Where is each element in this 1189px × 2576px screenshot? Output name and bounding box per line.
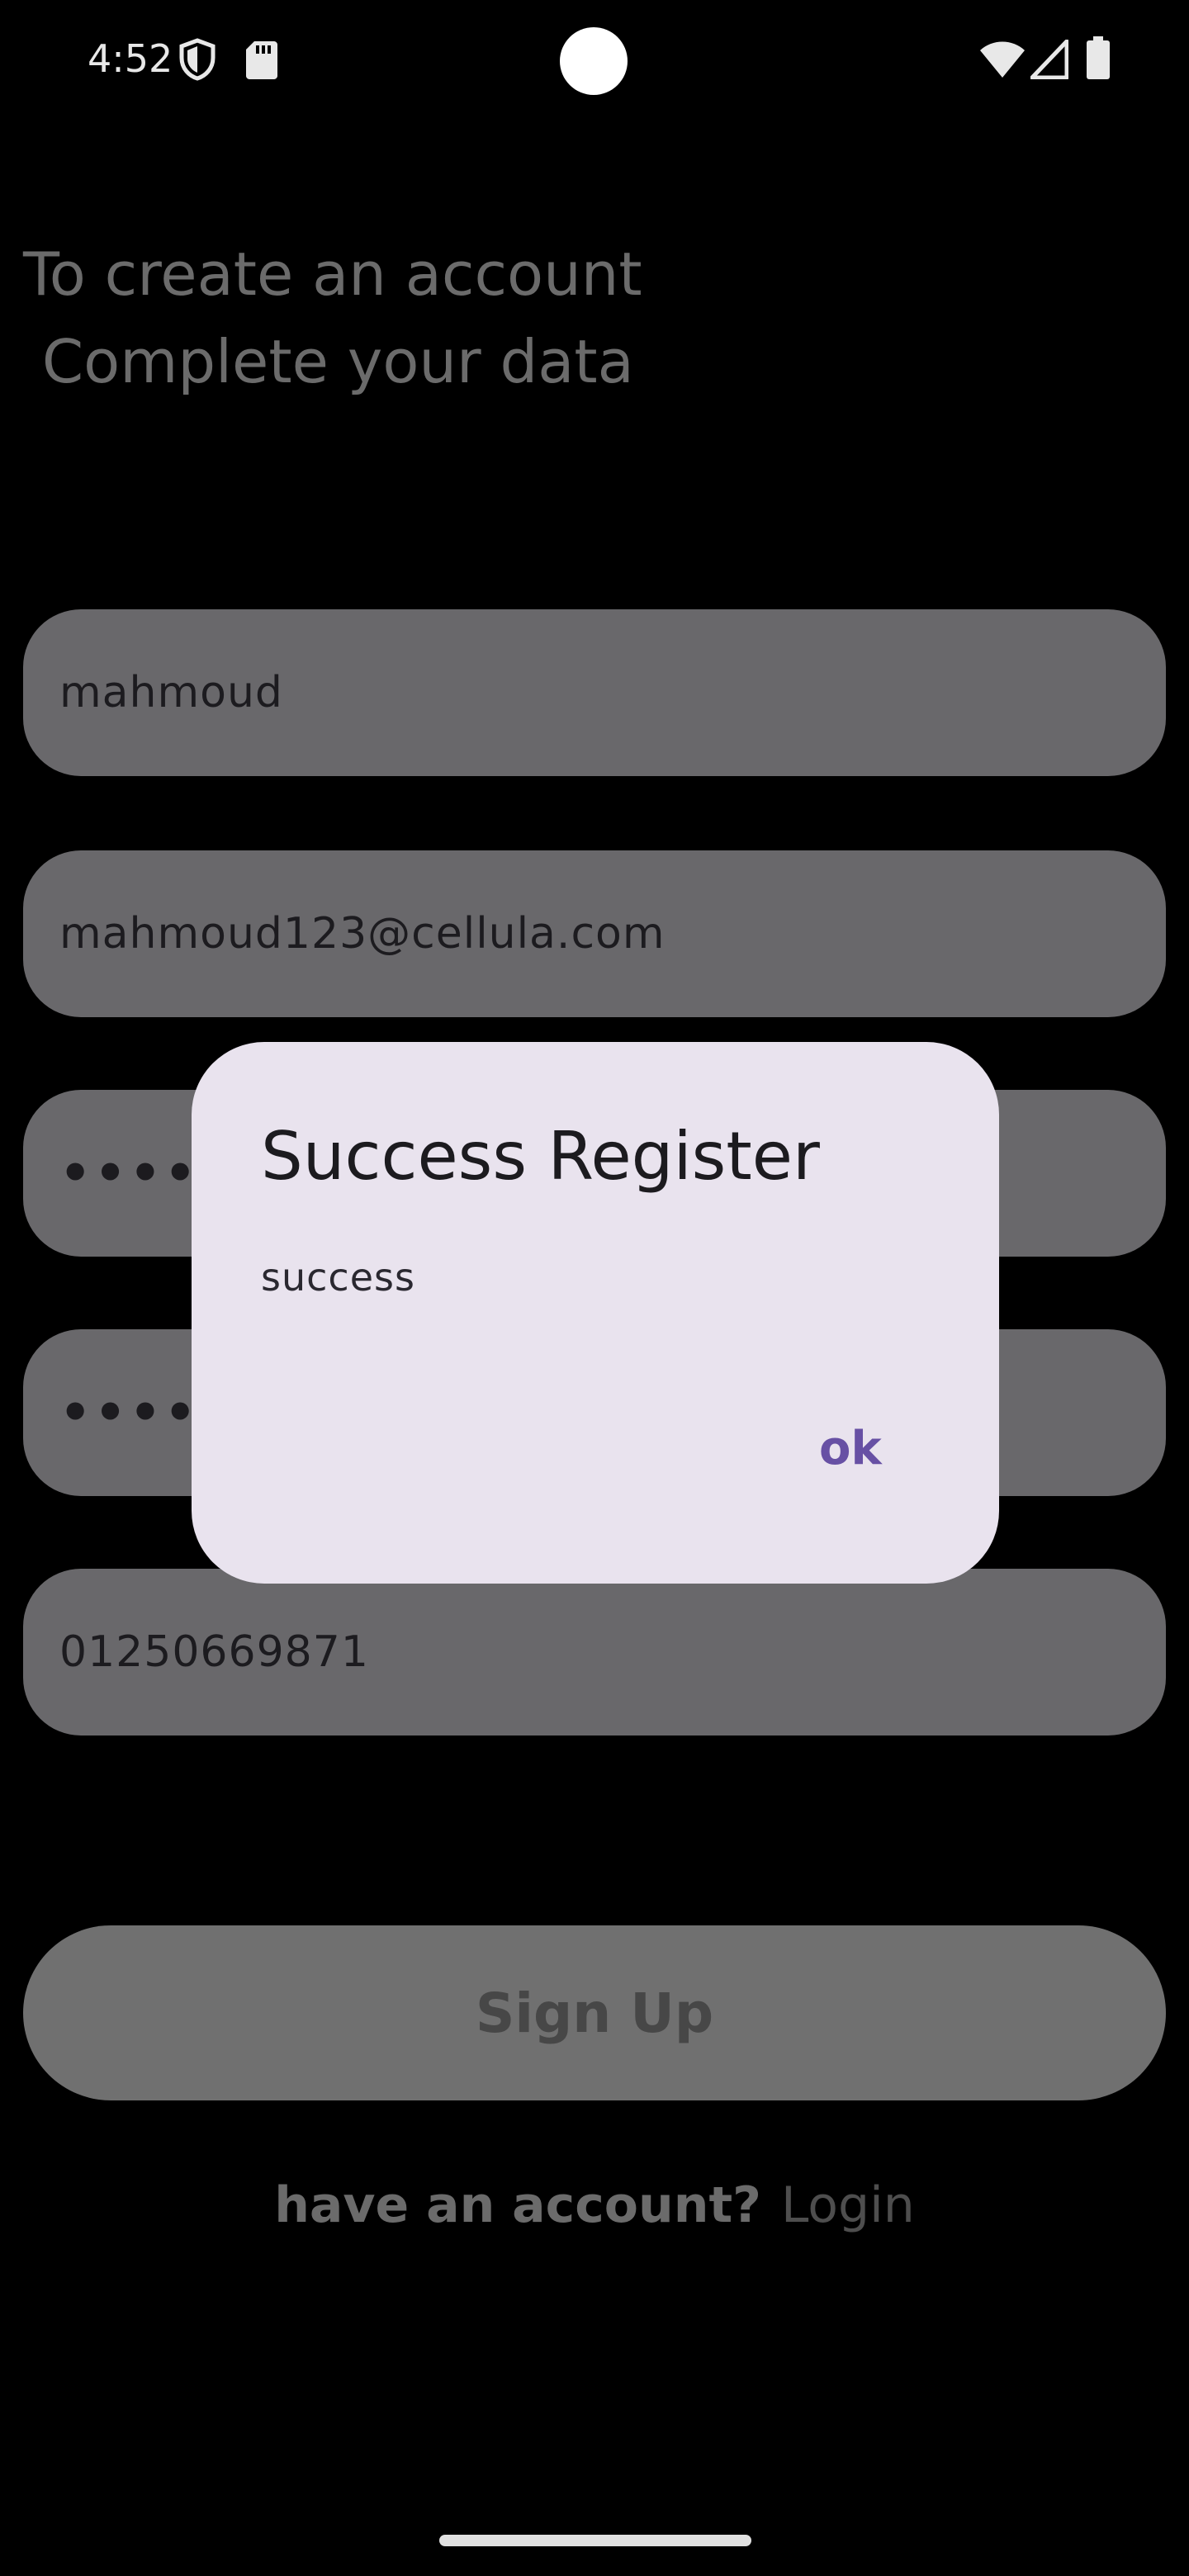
- success-dialog: Success Register success ok: [192, 1042, 999, 1584]
- have-account-text: have an account?: [274, 2176, 761, 2234]
- battery-icon: [1087, 36, 1110, 83]
- login-prompt: have an account? Login: [0, 2176, 1189, 2234]
- dialog-title: Success Register: [261, 1118, 820, 1195]
- sd-card-icon: [246, 41, 277, 83]
- phone-field[interactable]: 01250669871: [23, 1569, 1166, 1735]
- header-line-2: Complete your data: [23, 327, 634, 396]
- status-bar: 4:52: [0, 0, 1189, 116]
- name-field[interactable]: mahmoud: [23, 609, 1166, 776]
- signup-screen: 4:52 To create an account Complete your …: [0, 0, 1189, 2576]
- email-field[interactable]: mahmoud123@cellula.com: [23, 850, 1166, 1017]
- status-time: 4:52: [88, 36, 173, 81]
- wifi-icon: [979, 40, 1026, 83]
- ok-button[interactable]: ok: [803, 1413, 898, 1484]
- dialog-message: success: [261, 1255, 415, 1300]
- home-indicator[interactable]: [439, 2535, 751, 2546]
- cellular-signal-icon: [1030, 39, 1069, 83]
- camera-cutout: [560, 27, 628, 95]
- sign-up-button[interactable]: Sign Up: [23, 1925, 1166, 2100]
- shield-icon: [178, 38, 216, 85]
- login-link[interactable]: Login: [781, 2176, 915, 2234]
- header-line-1: To create an account: [23, 239, 642, 309]
